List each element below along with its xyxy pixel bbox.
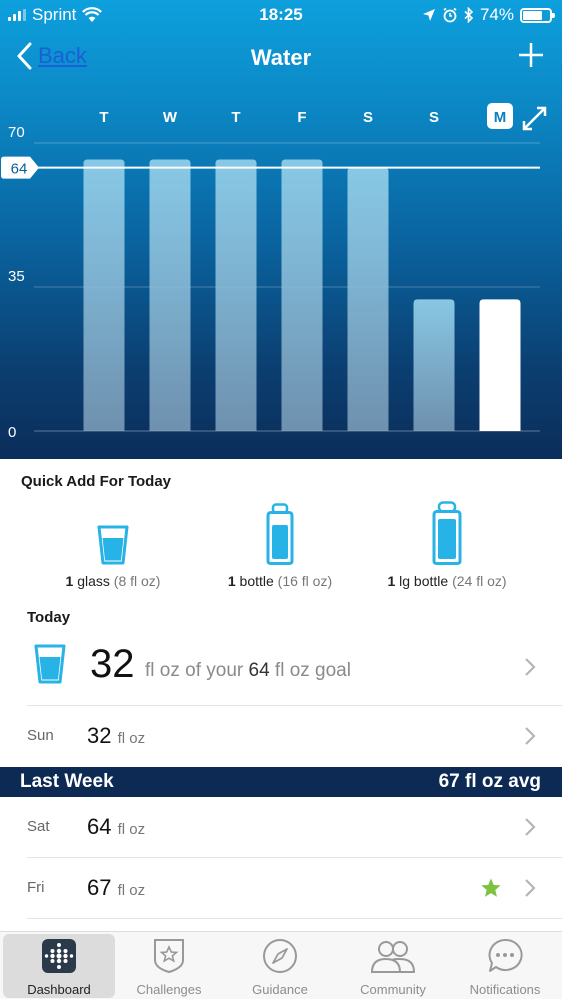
tab-guidance[interactable]: Guidance: [224, 934, 336, 998]
tab-label: Guidance: [252, 982, 308, 997]
water-chart: 70 35 0 T W T F S S M 64: [0, 96, 562, 459]
today-amount: 32: [90, 642, 135, 686]
x-tick-label: W: [163, 109, 178, 126]
x-tick-label: S: [363, 109, 373, 126]
page-title: Water: [250, 45, 312, 70]
tab-dashboard[interactable]: Dashboard: [3, 934, 115, 998]
expand-icon[interactable]: [521, 106, 547, 131]
x-tick-label: T: [99, 109, 108, 126]
x-tick-label: S: [429, 109, 439, 126]
goal-text: fl oz of your 64 fl oz goal: [145, 660, 351, 681]
x-tick-label: F: [297, 109, 306, 126]
quick-add-bottle-button[interactable]: 1 bottle (16 fl oz): [190, 499, 370, 589]
today-heading: Today: [27, 609, 71, 626]
day-label: Sat: [27, 818, 50, 835]
status-bar: Sprint 18:25 74%: [0, 0, 562, 30]
last-week-header: Last Week 67 fl oz avg: [0, 767, 562, 797]
quick-add-title: Quick Add For Today: [21, 473, 172, 490]
large-bottle-icon: [357, 499, 537, 565]
tab-label: Dashboard: [27, 982, 91, 997]
quick-add-lg-bottle-button[interactable]: 1 lg bottle (24 fl oz): [357, 499, 537, 589]
notifications-icon: [488, 938, 523, 972]
dashboard-icon: [42, 939, 76, 973]
y-tick-label: 70: [8, 124, 25, 141]
day-label: Fri: [27, 879, 45, 896]
x-tick-label: T: [231, 109, 240, 126]
bar-w-1: [149, 159, 191, 431]
chevron-right-icon: [525, 818, 536, 836]
tab-notifications[interactable]: Notifications: [449, 934, 561, 998]
tab-label: Challenges: [136, 982, 202, 997]
bar-m-6: [479, 299, 521, 431]
battery-icon: [520, 7, 555, 23]
glass-icon: [34, 644, 66, 684]
battery-percent: 74%: [479, 5, 514, 24]
day-row-sat[interactable]: Sat 64 fl oz: [0, 797, 562, 858]
chevron-right-icon: [525, 727, 536, 745]
chevron-right-icon: [525, 879, 536, 897]
bar-s-4: [347, 167, 389, 431]
tab-community[interactable]: Community: [337, 934, 449, 998]
bar-s-5: [413, 299, 455, 431]
tab-challenges[interactable]: Challenges: [113, 934, 225, 998]
y-tick-label: 0: [8, 424, 16, 441]
day-row-fri[interactable]: Fri 67 fl oz: [0, 858, 562, 919]
water-bar-chart: 70 35 0 T W T F S S M 64: [1, 103, 547, 441]
water-header: Sprint 18:25 74% Back Water 70 35 0 T W T F S S M…: [0, 0, 562, 459]
goal-value: 64: [248, 660, 270, 681]
add-icon[interactable]: [518, 42, 544, 68]
bar-t-0: [83, 159, 125, 431]
community-icon: [370, 941, 416, 973]
chevron-right-icon: [525, 658, 536, 676]
compass-icon: [263, 939, 297, 973]
last-week-average: 67 fl oz avg: [438, 771, 541, 792]
bluetooth-icon: [464, 7, 474, 23]
today-row[interactable]: 32 fl oz of your 64 fl oz goal: [0, 633, 562, 706]
day-row-sun[interactable]: Sun 32 fl oz: [0, 706, 562, 767]
day-label: Sun: [27, 727, 54, 744]
tab-label: Community: [360, 982, 426, 997]
nav-bar: Back Water: [0, 30, 562, 84]
bar-f-3: [281, 159, 323, 431]
tab-label: Notifications: [469, 982, 541, 997]
y-tick-label: 35: [8, 268, 25, 285]
glass-icon: [23, 499, 203, 565]
location-icon: [422, 9, 435, 21]
day-value: 67 fl oz: [87, 875, 146, 900]
quick-add-glass-button[interactable]: 1 glass (8 fl oz): [23, 499, 203, 589]
bar-t-2: [215, 159, 257, 431]
bottle-icon: [190, 499, 370, 565]
last-week-title: Last Week: [20, 771, 114, 792]
alarm-icon: [443, 7, 457, 23]
day-value: 32 fl oz: [87, 723, 146, 748]
tab-bar: Dashboard Challenges Guidance Community …: [0, 931, 562, 999]
x-tick-label: M: [494, 109, 507, 126]
challenges-icon: [154, 939, 184, 974]
goal-label: 64: [11, 161, 28, 178]
quick-add-section: Quick Add For Today 1 glass (8 fl oz) 1 …: [0, 459, 562, 599]
goal-star-icon: [481, 878, 501, 897]
day-value: 64 fl oz: [87, 814, 146, 839]
